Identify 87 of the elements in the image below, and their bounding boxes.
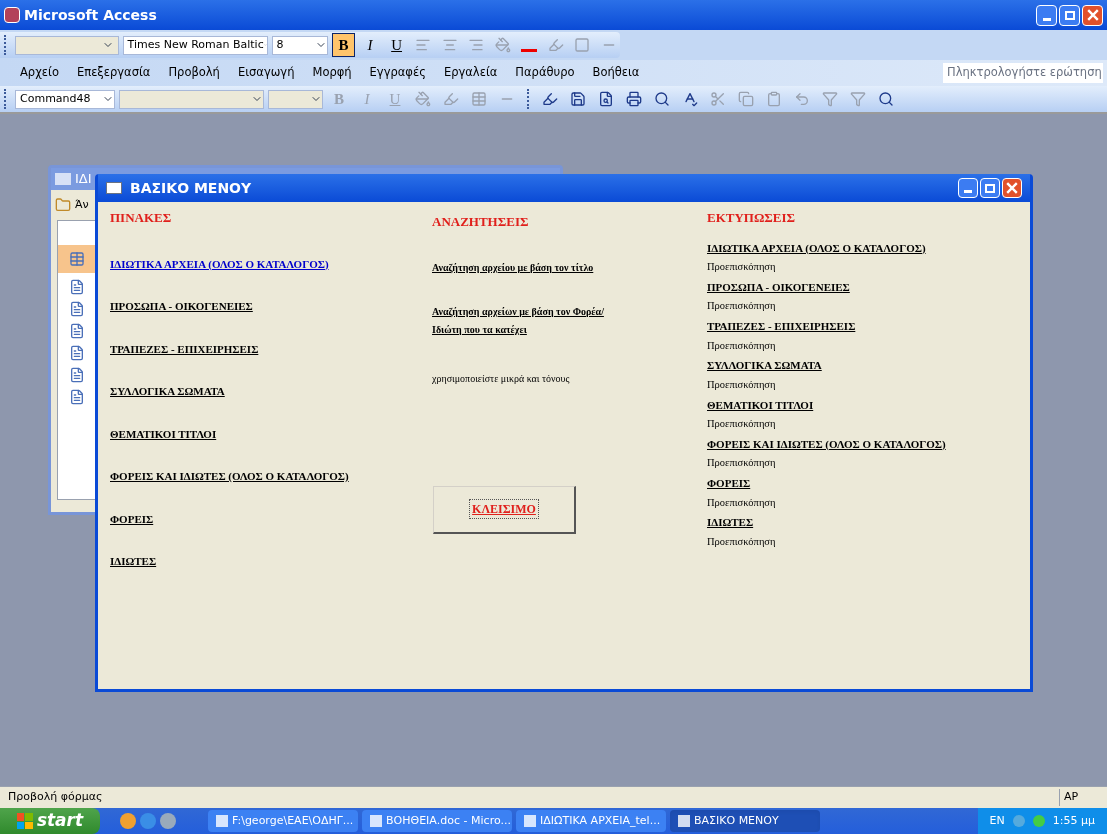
window-title: Microsoft Access: [24, 5, 158, 25]
close-button[interactable]: [1082, 4, 1103, 26]
preview-link[interactable]: Προεπισκόπηση: [707, 494, 776, 511]
app-icon: [4, 7, 20, 23]
menu-item[interactable]: Εισαγωγή: [237, 64, 295, 82]
table-link[interactable]: ΦΟΡΕΙΣ: [110, 510, 154, 527]
report-link[interactable]: ΣΥΛΛΟΓΙΚΑ ΣΩΜΑΤΑ: [707, 357, 822, 374]
table-link[interactable]: ΦΟΡΕΙΣ ΚΑΙ ΙΔΙΩΤΕΣ (ΟΛΟΣ Ο ΚΑΤΑΛΟΓΟΣ): [110, 468, 349, 485]
report-link[interactable]: ΦΟΡΕΙΣ ΚΑΙ ΙΔΙΩΤΕΣ (ΟΛΟΣ Ο ΚΑΤΑΛΟΓΟΣ): [707, 435, 946, 453]
close-button[interactable]: [1002, 178, 1022, 198]
quick-launch-icon[interactable]: [140, 813, 156, 829]
tray-icon[interactable]: [1032, 815, 1045, 827]
format-button[interactable]: B: [332, 33, 355, 57]
object-combo[interactable]: Command48: [15, 89, 115, 109]
preview-link[interactable]: Προεπισκόπηση: [707, 455, 776, 471]
report-link[interactable]: ΘΕΜΑΤΙΚΟΙ ΤΙΤΛΟΙ: [707, 396, 814, 413]
table-link[interactable]: ΙΔΙΩΤΕΣ: [110, 553, 157, 570]
form-title: ΒΑΣΙΚΟ ΜΕΝΟΥ: [130, 178, 253, 198]
search-link[interactable]: Αναζήτηση αρχείου με βάση τον τίτλο: [432, 259, 594, 275]
start-button[interactable]: start: [0, 808, 100, 834]
toolbar-button[interactable]: Άν: [75, 196, 89, 214]
preview-link[interactable]: Προεπισκόπηση: [707, 416, 776, 432]
menu-item[interactable]: Εργαλεία: [443, 64, 498, 82]
menu-item[interactable]: Εγγραφές: [369, 64, 426, 82]
section-heading: ΑΝΑΖΗΤΗΣΕΙΣ: [432, 213, 529, 231]
report-link[interactable]: ΦΟΡΕΙΣ: [707, 475, 751, 492]
windows-logo-icon: [16, 813, 33, 829]
report-link[interactable]: ΤΡΑΠΕΖΕΣ - ΕΠΙΧΕΙΡΗΣΕΙΣ: [707, 318, 856, 335]
hint-text: χρησιμοποιείστε μικρά και τόνους: [432, 371, 570, 386]
taskbar-button[interactable]: F:\george\ΕΑΕ\ΟΔΗΓ...: [208, 810, 358, 832]
minimize-button[interactable]: [1036, 4, 1057, 26]
menu-item[interactable]: Προβολή: [168, 64, 220, 82]
object-icon[interactable]: [69, 389, 85, 405]
table-icon[interactable]: [58, 245, 96, 273]
help-search-field[interactable]: Πληκτρολογήστε ερώτηση: [943, 63, 1103, 83]
taskbar-button[interactable]: ΙΔΙΩΤΙΚΑ ΑΡΧΕΙΑ_tel...: [516, 810, 666, 832]
quick-launch-icon[interactable]: [160, 813, 176, 829]
status-indicator: AP: [1059, 789, 1099, 806]
tray-icon[interactable]: [1012, 815, 1025, 827]
status-text: Προβολή φόρμας: [8, 789, 104, 806]
menu-item[interactable]: Βοήθεια: [592, 64, 640, 82]
menu-item[interactable]: Αρχείο: [20, 64, 59, 82]
maximize-button[interactable]: [980, 178, 1000, 198]
window-icon: [55, 173, 71, 185]
font-combo[interactable]: [119, 89, 264, 109]
window-title: ΙΔΙ: [75, 170, 92, 189]
font-size-combo[interactable]: 8: [271, 35, 329, 55]
minimize-button[interactable]: [958, 178, 978, 198]
object-icon[interactable]: [69, 301, 85, 317]
font-size-combo[interactable]: [268, 89, 323, 109]
report-link[interactable]: ΙΔΙΩΤΕΣ: [707, 514, 754, 531]
object-combo[interactable]: [14, 35, 119, 55]
preview-link[interactable]: Προεπισκόπηση: [707, 337, 776, 354]
table-link[interactable]: ΘΕΜΑΤΙΚΟΙ ΤΙΤΛΟΙ: [110, 425, 217, 442]
section-heading: ΠΙΝΑΚΕΣ: [110, 209, 172, 227]
menu-item[interactable]: Επεξεργασία: [76, 64, 151, 82]
preview-link[interactable]: Προεπισκόπηση: [707, 259, 776, 275]
close-icon: [1086, 9, 1099, 21]
taskbar-button[interactable]: ΒΟΗΘΕΙΑ.doc - Micro...: [362, 810, 512, 832]
maximize-button[interactable]: [1059, 4, 1080, 26]
clock: 1:55 μμ: [1052, 812, 1095, 829]
menu-item[interactable]: Παράθυρο: [515, 64, 575, 82]
folder-icon: [55, 197, 71, 213]
section-heading: ΕΚΤΥΠΩΣΕΙΣ: [707, 209, 796, 227]
quick-launch-icon[interactable]: [120, 813, 136, 829]
format-button[interactable]: I: [358, 33, 382, 57]
font-combo[interactable]: Times New Roman Baltic: [122, 35, 268, 55]
form-icon: [106, 182, 122, 194]
menu-item[interactable]: Μορφή: [312, 64, 352, 82]
object-icon[interactable]: [69, 367, 85, 383]
taskbar-button[interactable]: ΒΑΣΙΚΟ ΜΕΝΟΥ: [670, 810, 820, 832]
preview-link[interactable]: Προεπισκόπηση: [707, 533, 776, 550]
close-icon: [1006, 182, 1018, 194]
report-link[interactable]: ΙΔΙΩΤΙΚΑ ΑΡΧΕΙΑ (ΟΛΟΣ Ο ΚΑΤΑΛΟΓΟΣ): [707, 239, 926, 256]
report-link[interactable]: ΠΡΟΣΩΠΑ - ΟΙΚΟΓΕΝΕΙΕΣ: [707, 278, 850, 296]
object-icon[interactable]: [69, 279, 85, 295]
close-form-button[interactable]: ΚΛΕΙΣΙΜΟ: [433, 485, 576, 534]
preview-link[interactable]: Προεπισκόπηση: [707, 298, 776, 314]
object-icon[interactable]: [69, 323, 85, 339]
table-link[interactable]: ΤΡΑΠΕΖΕΣ - ΕΠΙΧΕΙΡΗΣΕΙΣ: [110, 340, 259, 357]
table-link[interactable]: ΣΥΛΛΟΓΙΚΑ ΣΩΜΑΤΑ: [110, 383, 225, 400]
format-button[interactable]: U: [385, 33, 408, 57]
search-link[interactable]: Αναζήτηση αρχείων με βάση τον Φορέα/Ιδιώτη που τα κατέχει: [432, 302, 632, 339]
object-icon[interactable]: [69, 345, 85, 361]
table-link[interactable]: ΠΡΟΣΩΠΑ - ΟΙΚΟΓΕΝΕΙΕΣ: [110, 298, 253, 315]
preview-link[interactable]: Προεπισκόπηση: [707, 376, 776, 393]
table-link[interactable]: ΙΔΙΩΤΙΚΑ ΑΡΧΕΙΑ (ΟΛΟΣ Ο ΚΑΤΑΛΟΓΟΣ): [110, 255, 329, 272]
